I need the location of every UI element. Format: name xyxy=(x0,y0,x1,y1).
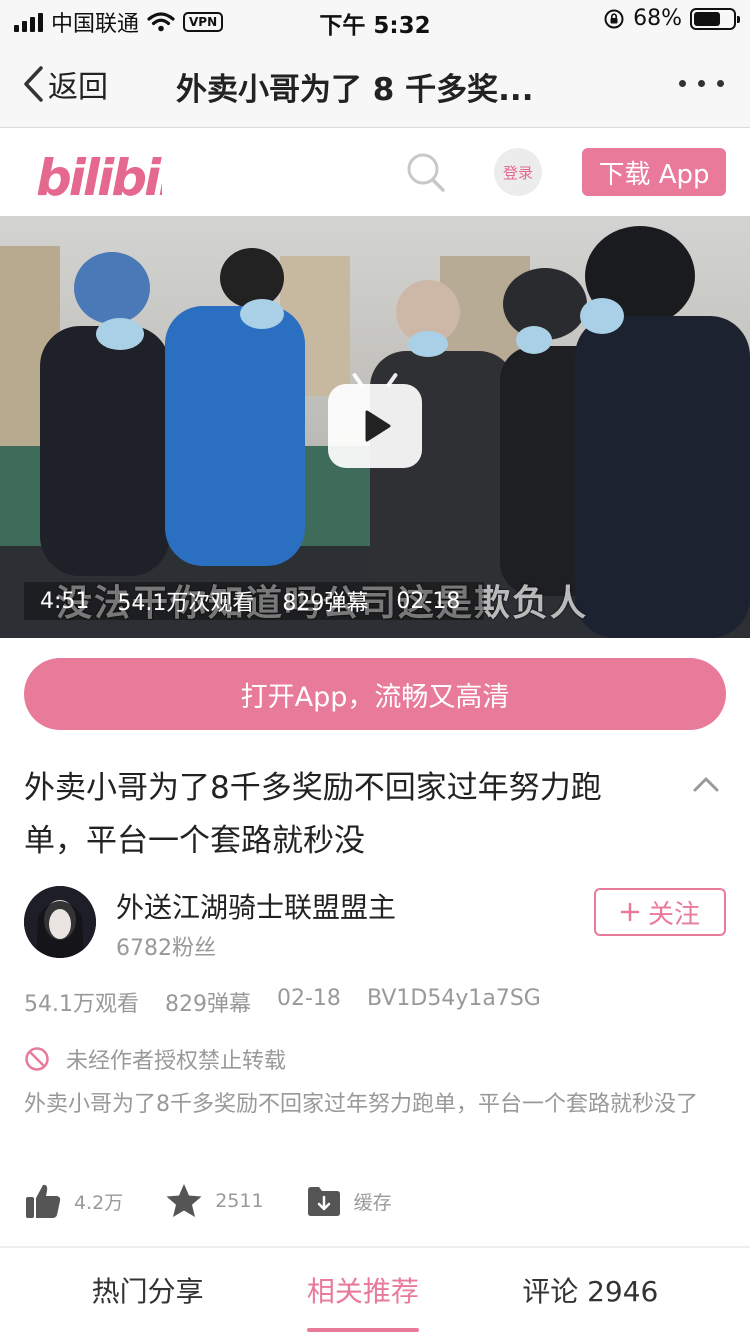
tab-related[interactable]: 相关推荐 xyxy=(306,1270,419,1332)
cache-label: 缓存 xyxy=(353,1191,392,1214)
avatar-image xyxy=(24,886,96,958)
video-title: 外卖小哥为了8千多奖励不回家过年努力跑单，平台一个套路就秒没 xyxy=(24,770,602,859)
back-label: 返回 xyxy=(48,70,108,105)
stat-danmaku: 829弹幕 xyxy=(165,992,251,1017)
more-dot-icon xyxy=(717,80,724,87)
like-button[interactable]: 4.2万 xyxy=(24,1182,123,1220)
favorite-button[interactable]: 2511 xyxy=(165,1182,264,1220)
bilibili-logo[interactable]: bilibili xyxy=(36,143,162,203)
page-title: 外卖小哥为了 8 千多奖... xyxy=(176,72,534,108)
tab-bar: 热门分享 相关推荐 评论 2946 xyxy=(0,1250,750,1334)
favorite-count: 2511 xyxy=(215,1190,264,1212)
search-icon[interactable] xyxy=(406,152,446,194)
download-app-button[interactable]: 下载 App xyxy=(582,148,726,196)
video-stats: 54.1万观看 829弹幕 02-18 BV1D54y1a7SG xyxy=(24,986,541,1018)
stat-bvid: BV1D54y1a7SG xyxy=(366,986,541,1011)
play-icon xyxy=(365,410,391,442)
section-divider xyxy=(0,1246,750,1248)
action-bar: 4.2万 2511 缓存 xyxy=(24,1182,434,1220)
status-bar: 中国联通 VPN 下午 5:32 68% xyxy=(0,0,750,40)
copyright-notice: 未经作者授权禁止转载 xyxy=(24,1043,286,1075)
like-count: 4.2万 xyxy=(74,1191,124,1214)
back-button[interactable]: 返回 xyxy=(22,62,108,106)
logo-text: bilibili xyxy=(36,149,162,203)
nav-bar: 返回 外卖小哥为了 8 千多奖... xyxy=(0,40,750,128)
play-button[interactable] xyxy=(328,384,422,468)
star-icon xyxy=(166,1184,202,1217)
video-meta-overlay: 4:51 54.1万次观看 829弹幕 02-18 xyxy=(24,582,484,620)
orientation-lock-icon xyxy=(604,9,624,28)
follow-button[interactable]: 关注 xyxy=(594,888,726,936)
video-danmaku: 829弹幕 xyxy=(282,591,369,616)
more-menu-button[interactable] xyxy=(679,80,724,87)
chevron-left-icon xyxy=(24,66,43,102)
thumbs-up-icon xyxy=(26,1184,61,1218)
login-button[interactable]: 登录 xyxy=(494,148,542,196)
uploader-name[interactable]: 外送江湖骑士联盟盟主 xyxy=(116,886,396,926)
video-views: 54.1万次观看 xyxy=(117,591,255,616)
more-dot-icon xyxy=(698,80,705,87)
video-date: 02-18 xyxy=(396,588,461,614)
plus-icon xyxy=(620,902,640,922)
video-description: 外卖小哥为了8千多奖励不回家过年努力跑单，平台一个套路就秒没了 xyxy=(24,1092,698,1117)
battery-percent: 68% xyxy=(633,6,682,31)
uploader-avatar[interactable] xyxy=(24,886,96,958)
open-app-button[interactable]: 打开App，流畅又高清 xyxy=(24,658,726,730)
video-duration: 4:51 xyxy=(40,588,90,614)
follow-label: 关注 xyxy=(647,899,700,930)
copyright-text: 未经作者授权禁止转载 xyxy=(66,1049,287,1074)
download-box-icon xyxy=(307,1187,340,1216)
tab-hot-share[interactable]: 热门分享 xyxy=(92,1270,204,1314)
battery-icon xyxy=(690,7,740,30)
more-dot-icon xyxy=(679,80,686,87)
chevron-up-icon[interactable] xyxy=(692,774,720,794)
stat-views: 54.1万观看 xyxy=(24,992,139,1017)
fan-count: 6782粉丝 xyxy=(116,936,216,961)
prohibited-icon xyxy=(25,1047,49,1071)
cache-button[interactable]: 缓存 xyxy=(306,1184,392,1218)
tab-comments[interactable]: 评论 2946 xyxy=(522,1270,658,1314)
stat-date: 02-18 xyxy=(277,986,341,1011)
